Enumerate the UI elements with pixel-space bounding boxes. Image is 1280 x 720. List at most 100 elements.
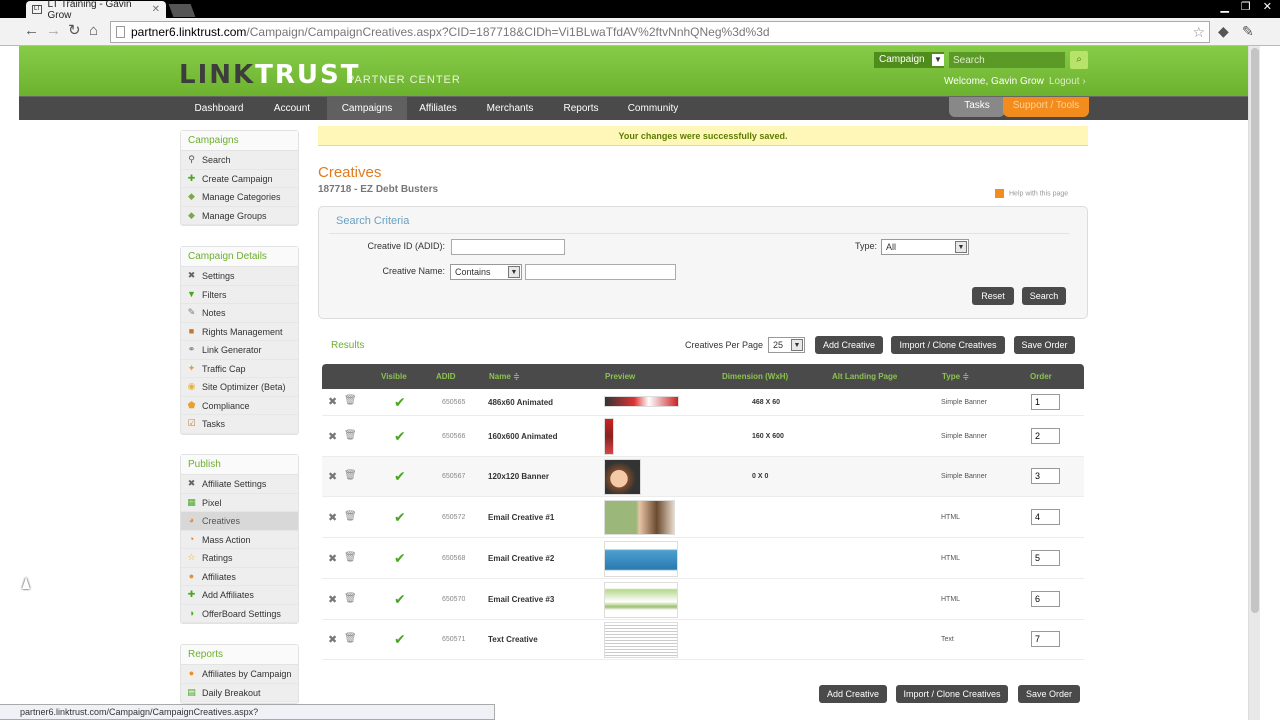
logout-link[interactable]: Logout › (1049, 76, 1086, 87)
edit-icon[interactable]: ✖ (328, 633, 337, 646)
bookmark-star-icon[interactable]: ☆ (1192, 22, 1205, 42)
visible-check-icon[interactable]: ✔ (394, 631, 406, 648)
col-type[interactable]: Type ≑ (942, 372, 969, 381)
edit-icon[interactable]: ✖ (328, 470, 337, 483)
add-creative-button[interactable]: Add Creative (815, 336, 883, 354)
search-scope-select[interactable]: Campaign ▼ (874, 52, 944, 68)
sidebar-item-creatives[interactable]: ◕ Creatives (181, 512, 298, 531)
order-input[interactable] (1031, 509, 1060, 525)
sidebar-item-mass-action[interactable]: ◔ Mass Action (181, 530, 298, 549)
search-button[interactable]: Search (1022, 287, 1066, 305)
sidebar-item-traffic-cap[interactable]: ✦ Traffic Cap (181, 359, 298, 378)
tasks-tab[interactable]: Tasks (949, 97, 1005, 117)
back-icon[interactable]: ← (24, 23, 39, 39)
edit-icon[interactable]: ✖ (328, 395, 337, 408)
row-name[interactable]: Email Creative #3 (488, 595, 554, 604)
type-select[interactable]: All ▼ (881, 239, 969, 255)
trash-icon[interactable]: 🗑 (344, 552, 357, 563)
extension-icon[interactable]: ◆ (1218, 23, 1229, 40)
minimize-icon[interactable]: ▁ (1220, 0, 1228, 16)
sidebar-item-manage-categories[interactable]: ◆ Manage Categories (181, 188, 298, 207)
adid-input[interactable] (451, 239, 565, 255)
visible-check-icon[interactable]: ✔ (394, 468, 406, 485)
edit-icon[interactable]: ✖ (328, 511, 337, 524)
menu-campaigns[interactable]: Campaigns (327, 97, 407, 120)
help-link[interactable]: Help with this page (995, 189, 1068, 198)
sidebar-item-notes[interactable]: ✎ Notes (181, 304, 298, 323)
add-creative-button-bottom[interactable]: Add Creative (819, 685, 887, 703)
sidebar-item-link-generator[interactable]: ⚭ Link Generator (181, 341, 298, 360)
order-input[interactable] (1031, 550, 1060, 566)
row-name[interactable]: Text Creative (488, 635, 538, 644)
scrollbar-thumb[interactable] (1251, 48, 1259, 613)
preview-thumbnail[interactable] (604, 541, 678, 577)
header-search-button[interactable]: ⌕ (1070, 51, 1088, 69)
name-match-select[interactable]: Contains ▼ (450, 264, 522, 280)
row-name[interactable]: Email Creative #1 (488, 513, 554, 522)
sidebar-item-add-affiliates[interactable]: ✚ Add Affiliates (181, 586, 298, 605)
menu-affiliates[interactable]: Affiliates (407, 97, 469, 120)
trash-icon[interactable]: 🗑 (344, 593, 357, 604)
import-clone-button[interactable]: Import / Clone Creatives (891, 336, 1005, 354)
sidebar-item-rights-management[interactable]: ■ Rights Management (181, 322, 298, 341)
browser-tab[interactable]: LT LT Training - Gavin Grow ✕ (26, 0, 166, 21)
menu-reports[interactable]: Reports (551, 97, 611, 120)
row-name[interactable]: Email Creative #2 (488, 554, 554, 563)
menu-community[interactable]: Community (611, 97, 695, 120)
sidebar-item-settings[interactable]: ✖ Settings (181, 267, 298, 286)
sidebar-item-manage-groups[interactable]: ◆ Manage Groups (181, 206, 298, 225)
sidebar-item-offerboard-settings[interactable]: ◑ OfferBoard Settings (181, 604, 298, 623)
sidebar-item-affiliate-settings[interactable]: ✖ Affiliate Settings (181, 475, 298, 494)
order-input[interactable] (1031, 428, 1060, 444)
linktrust-logo[interactable]: LINKTRUST (179, 60, 361, 90)
visible-check-icon[interactable]: ✔ (394, 550, 406, 567)
sidebar-item-tasks[interactable]: ☑ Tasks (181, 415, 298, 434)
row-name[interactable]: 160x600 Animated (488, 432, 558, 441)
edit-icon[interactable]: ✖ (328, 552, 337, 565)
trash-icon[interactable]: 🗑 (344, 633, 357, 644)
sidebar-item-search[interactable]: ⚲ Search (181, 151, 298, 170)
close-tab-icon[interactable]: ✕ (152, 4, 160, 15)
sidebar-item-compliance[interactable]: ⬟ Compliance (181, 396, 298, 415)
edit-icon[interactable]: ✖ (328, 593, 337, 606)
sidebar-item-site-optimizer[interactable]: ◉ Site Optimizer (Beta) (181, 378, 298, 397)
sidebar-item-ratings[interactable]: ☆ Ratings (181, 549, 298, 568)
save-order-button[interactable]: Save Order (1014, 336, 1075, 354)
sidebar-item-pixel[interactable]: ▦ Pixel (181, 493, 298, 512)
home-icon[interactable]: ⌂ (89, 23, 98, 39)
row-name[interactable]: 486x60 Animated (488, 398, 553, 407)
order-input[interactable] (1031, 394, 1060, 410)
preview-thumbnail[interactable] (604, 622, 678, 658)
col-name[interactable]: Name ≑ (489, 372, 520, 381)
page-scrollbar[interactable] (1248, 46, 1260, 720)
trash-icon[interactable]: 🗑 (344, 430, 357, 441)
sidebar-item-create-campaign[interactable]: ✚ Create Campaign (181, 169, 298, 188)
menu-dashboard[interactable]: Dashboard (181, 97, 257, 120)
close-window-icon[interactable]: ✕ (1263, 0, 1272, 16)
sidebar-item-daily-breakout[interactable]: ▤ Daily Breakout (181, 683, 298, 702)
forward-icon[interactable]: → (46, 23, 61, 39)
edit-icon[interactable]: ✖ (328, 430, 337, 443)
order-input[interactable] (1031, 631, 1060, 647)
trash-icon[interactable]: 🗑 (344, 511, 357, 522)
row-name[interactable]: 120x120 Banner (488, 472, 549, 481)
sidebar-item-filters[interactable]: ▼ Filters (181, 285, 298, 304)
visible-check-icon[interactable]: ✔ (394, 591, 406, 608)
visible-check-icon[interactable]: ✔ (394, 394, 406, 411)
address-bar[interactable]: partner6.linktrust.com/Campaign/Campaign… (110, 21, 1210, 43)
preview-thumbnail[interactable] (604, 459, 641, 495)
menu-account[interactable]: Account (257, 97, 327, 120)
order-input[interactable] (1031, 468, 1060, 484)
visible-check-icon[interactable]: ✔ (394, 428, 406, 445)
sidebar-item-affiliates[interactable]: ● Affiliates (181, 567, 298, 586)
creative-name-input[interactable] (525, 264, 676, 280)
order-input[interactable] (1031, 591, 1060, 607)
support-tools-tab[interactable]: Support / Tools (1003, 97, 1089, 117)
trash-icon[interactable]: 🗑 (344, 395, 357, 406)
preview-thumbnail[interactable] (604, 396, 679, 407)
preview-thumbnail[interactable] (604, 418, 614, 455)
menu-merchants[interactable]: Merchants (469, 97, 551, 120)
sidebar-item-affiliates-by-campaign[interactable]: ● Affiliates by Campaign (181, 665, 298, 684)
restore-icon[interactable]: ❐ (1241, 0, 1251, 16)
visible-check-icon[interactable]: ✔ (394, 509, 406, 526)
